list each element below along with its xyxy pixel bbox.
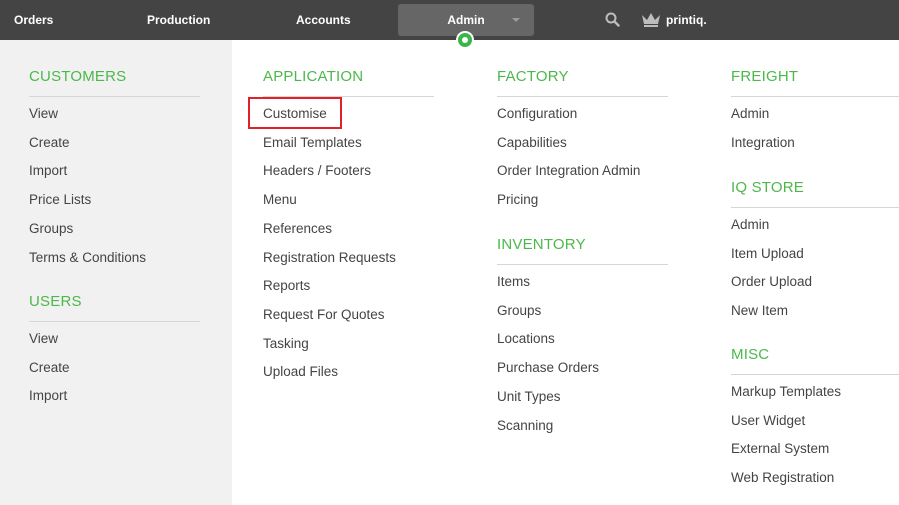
menu-link-customers-create[interactable]: Create: [29, 133, 70, 153]
search-icon[interactable]: [605, 12, 620, 27]
menu-link-inventory-locations[interactable]: Locations: [497, 329, 555, 349]
section-divider: [731, 374, 899, 375]
menu-link-application-email-templates[interactable]: Email Templates: [263, 133, 362, 153]
menu-link-factory-configuration[interactable]: Configuration: [497, 104, 577, 124]
menu-link-freight-admin[interactable]: Admin: [731, 104, 769, 124]
menu-link-iq-store-order-upload[interactable]: Order Upload: [731, 272, 812, 292]
menu-link-factory-pricing[interactable]: Pricing: [497, 190, 538, 210]
menu-link-application-request-for-quotes[interactable]: Request For Quotes: [263, 305, 385, 325]
menu-link-application-reports[interactable]: Reports: [263, 276, 310, 296]
section-title-factory: FACTORY: [497, 68, 569, 85]
chevron-down-icon: [512, 18, 520, 22]
menu-link-freight-integration[interactable]: Integration: [731, 133, 795, 153]
menu-link-iq-store-item-upload[interactable]: Item Upload: [731, 244, 804, 264]
section-divider: [731, 96, 899, 97]
section-title-users: USERS: [29, 293, 82, 310]
menu-link-misc-external-system[interactable]: External System: [731, 439, 829, 459]
section-title-customers: CUSTOMERS: [29, 68, 127, 85]
menu-link-iq-store-new-item[interactable]: New Item: [731, 301, 788, 321]
nav-accounts[interactable]: Accounts: [296, 0, 351, 40]
menu-link-misc-markup-templates[interactable]: Markup Templates: [731, 382, 841, 402]
menu-link-inventory-scanning[interactable]: Scanning: [497, 416, 553, 436]
section-divider: [497, 96, 668, 97]
highlight-box: [248, 97, 342, 129]
menu-link-application-tasking[interactable]: Tasking: [263, 334, 309, 354]
menu-link-application-upload-files[interactable]: Upload Files: [263, 362, 338, 382]
section-title-iq-store: IQ STORE: [731, 179, 805, 196]
section-divider: [29, 321, 200, 322]
menu-link-misc-web-registration[interactable]: Web Registration: [731, 468, 834, 488]
section-divider: [29, 96, 200, 97]
menu-link-iq-store-admin[interactable]: Admin: [731, 215, 769, 235]
menu-link-factory-order-integration-admin[interactable]: Order Integration Admin: [497, 161, 640, 181]
brand-name[interactable]: printiq.: [666, 0, 707, 40]
section-title-inventory: INVENTORY: [497, 236, 586, 253]
crown-icon: [642, 13, 660, 27]
menu-link-application-menu[interactable]: Menu: [263, 190, 297, 210]
menu-link-inventory-groups[interactable]: Groups: [497, 301, 541, 321]
menu-link-customers-view[interactable]: View: [29, 104, 58, 124]
section-title-misc: MISC: [731, 346, 770, 363]
section-divider: [497, 264, 668, 265]
menu-link-misc-user-widget[interactable]: User Widget: [731, 411, 805, 431]
section-divider: [731, 207, 899, 208]
menu-link-users-view[interactable]: View: [29, 329, 58, 349]
menu-link-customers-import[interactable]: Import: [29, 161, 67, 181]
section-title-application: APPLICATION: [263, 68, 364, 85]
nav-production[interactable]: Production: [147, 0, 210, 40]
menu-link-customers-groups[interactable]: Groups: [29, 219, 73, 239]
nav-orders[interactable]: Orders: [14, 0, 53, 40]
menu-link-users-create[interactable]: Create: [29, 358, 70, 378]
menu-link-users-import[interactable]: Import: [29, 386, 67, 406]
menu-link-inventory-items[interactable]: Items: [497, 272, 530, 292]
menu-link-application-headers-footers[interactable]: Headers / Footers: [263, 161, 371, 181]
menu-link-inventory-unit-types[interactable]: Unit Types: [497, 387, 561, 407]
section-title-freight: FREIGHT: [731, 68, 799, 85]
menu-link-customers-price-lists[interactable]: Price Lists: [29, 190, 91, 210]
menu-link-customers-terms-conditions[interactable]: Terms & Conditions: [29, 248, 146, 268]
active-indicator: [456, 31, 474, 49]
menu-link-inventory-purchase-orders[interactable]: Purchase Orders: [497, 358, 599, 378]
menu-link-factory-capabilities[interactable]: Capabilities: [497, 133, 567, 153]
menu-link-application-references[interactable]: References: [263, 219, 332, 239]
menu-link-application-registration-requests[interactable]: Registration Requests: [263, 248, 396, 268]
top-navigation-bar: Orders Production Accounts Admin printiq…: [0, 0, 899, 40]
